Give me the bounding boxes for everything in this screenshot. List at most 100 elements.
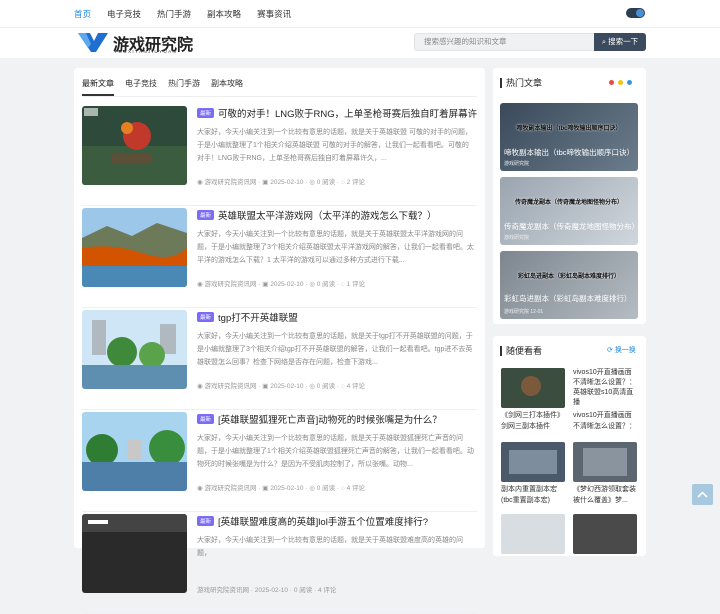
views-icon: ◎: [309, 485, 317, 492]
hot-card-overlay-text: 传奇魔龙副本（传奇魔龙地图怪物分布）: [514, 200, 623, 206]
article-meta: ◉ 游戏研究院资讯网 · ▣ 2025-02-10 · ◎ 0 阅读 · ◌ 2…: [197, 179, 366, 186]
random-article-card[interactable]: 《梦幻西游领取套装被什么覆盖》梦...: [573, 442, 637, 506]
article-thumbnail[interactable]: [82, 310, 187, 389]
dot-red-icon[interactable]: [609, 80, 614, 85]
article-list-panel: 最新文章 电子竞技 热门手游 副本攻略 最新 可敬的对手！LNG败于RNG，上单圣…: [74, 68, 485, 614]
nav-item-esports[interactable]: 电子竞技: [107, 8, 141, 20]
article-meta: ◉ 游戏研究院资讯网 · ▣ 2025-02-10 · ◎ 0 阅读 · ◌ 4…: [197, 383, 366, 390]
article-item[interactable]: 最新 可敬的对手！LNG败于RNG，上单圣枪哥赛后独自盯着屏幕许久... 大家好，…: [82, 106, 477, 206]
article-thumbnail[interactable]: [82, 514, 187, 593]
hot-card-caption: 啼牧副本输出（tbc啼牧输出顺序口诀）: [504, 148, 635, 157]
title-bar-icon: [500, 77, 502, 88]
search-input[interactable]: 搜索感兴趣的知识和文章: [414, 33, 594, 51]
article-item[interactable]: 最新 英雄联盟太平洋游戏网（太平洋的游戏怎么下载？） 大家好，今天小编关注到一个比…: [82, 208, 477, 308]
views-icon: ◎: [309, 383, 317, 390]
carousel-dots: [609, 80, 632, 85]
random-article-card[interactable]: [501, 514, 565, 554]
article-item[interactable]: 最新 tgp打不开英雄联盟 大家好，今天小编关注到一个比较有意思的话题，就是关于t…: [82, 310, 477, 410]
hot-article-card[interactable]: 彩虹岛进副本（彩虹岛副本难度排行） 彩虹岛进副本（彩虹岛副本难度排行） 游戏研究…: [500, 251, 638, 319]
top-nav-menu: 首页 电子竞技 热门手游 副本攻略 赛事资讯: [74, 0, 291, 28]
random-article-thumbnail[interactable]: [501, 514, 565, 554]
article-title[interactable]: 最新 tgp打不开英雄联盟: [197, 310, 477, 324]
random-article-thumbnail[interactable]: vivos10开直播画面不清晰怎么设置？：英雄联盟s10高清直播: [573, 368, 637, 408]
random-article-card[interactable]: 《剑网三打本插件》剑网三副本插件: [501, 368, 565, 432]
article-item[interactable]: 最新 [英雄联盟难度高的英雄]lol手游五个位置难度排行? 大家好，今天小编关注到…: [82, 514, 477, 614]
article-tag: 最新: [197, 210, 215, 220]
article-meta: ◉ 游戏研究院资讯网 · ▣ 2025-02-10 · ◎ 0 阅读 · ◌ 4…: [197, 485, 366, 492]
article-tag: 最新: [197, 414, 215, 424]
hot-card-caption: 传奇魔龙副本（传奇魔龙地图怪物分布）: [504, 222, 638, 231]
article-thumbnail[interactable]: [82, 412, 187, 491]
random-article-title[interactable]: 《剑网三打本插件》剑网三副本插件: [501, 410, 565, 432]
nav-item-home[interactable]: 首页: [74, 8, 91, 20]
article-title[interactable]: 最新 [英雄联盟狐狸死亡声音]动物死的时候张嘴是为什么？: [197, 412, 477, 426]
random-article-title[interactable]: vivos10开直播画面不清晰怎么设置？：英雄联盟s10高清直播: [573, 410, 637, 432]
article-item[interactable]: 最新 [英雄联盟狐狸死亡声音]动物死的时候张嘴是为什么？ 大家好，今天小编关注到一…: [82, 412, 477, 512]
site-logo[interactable]: 游戏研究院 YOUXIYANJIUYUAN: [76, 30, 196, 56]
random-article-thumbnail[interactable]: [573, 442, 637, 482]
random-articles-panel: 随便看看 ⟳ 换一换 《剑网三打本插件》剑网三副本插件 vivos10开直播画面…: [493, 336, 646, 556]
article-tag: 最新: [197, 108, 215, 118]
random-article-thumbnail[interactable]: [501, 442, 565, 482]
random-article-card[interactable]: vivos10开直播画面不清晰怎么设置？：英雄联盟s10高清直播 vivos10…: [573, 368, 637, 432]
hot-card-overlay-text: 啼牧副本输出（tbc啼牧输出顺序口诀）: [516, 126, 622, 132]
nav-item-mobile-games[interactable]: 热门手游: [157, 8, 191, 20]
search-button-label: 搜索一下: [608, 37, 639, 46]
search-bar: 搜索感兴趣的知识和文章 ⌕ 搜索一下: [414, 33, 646, 51]
article-thumbnail[interactable]: [82, 106, 187, 185]
tab-divider: [82, 96, 477, 97]
article-excerpt: 大家好，今天小编关注到一个比较有意思的话题，就是关于英雄联盟难度高的英雄的问题，: [197, 537, 463, 557]
dark-mode-toggle[interactable]: [626, 8, 645, 18]
dot-blue-icon[interactable]: [627, 80, 632, 85]
article-excerpt: 大家好，今天小编关注到一个比较有意思的话题，就是关于英雄联盟 可敬的对手的问题，…: [197, 129, 472, 162]
article-meta: 游戏研究院资讯网 · 2025-02-10 · 0 阅读 · 4 评论: [197, 587, 337, 594]
tab-esports[interactable]: 电子竞技: [125, 78, 157, 96]
search-button[interactable]: ⌕ 搜索一下: [594, 33, 646, 51]
logo-mark-icon: [78, 33, 108, 52]
hot-card-overlay-text: 彩虹岛进副本（彩虹岛副本难度排行）: [517, 274, 620, 280]
hot-card-caption: 彩虹岛进副本（彩虹岛副本难度排行）: [504, 294, 632, 303]
random-article-thumbnail[interactable]: [573, 514, 637, 554]
hot-card-author: 游戏研究院: [504, 161, 530, 167]
article-tag: 最新: [197, 516, 215, 526]
top-navbar: 首页 电子竞技 热门手游 副本攻略 赛事资讯: [0, 0, 720, 28]
random-article-thumbnail[interactable]: [501, 368, 565, 408]
nav-item-dungeon-guides[interactable]: 副本攻略: [207, 8, 241, 20]
title-bar-icon: [500, 345, 502, 356]
random-article-title[interactable]: 副本内重置副本宏(tbc重置副本宏): [501, 484, 565, 506]
hot-article-card[interactable]: 传奇魔龙副本（传奇魔龙地图怪物分布） 传奇魔龙副本（传奇魔龙地图怪物分布） 游戏…: [500, 177, 638, 245]
refresh-icon: ⟳: [607, 347, 615, 354]
toggle-knob-icon: [636, 9, 644, 17]
hot-articles-panel: 热门文章 啼牧副本输出（tbc啼牧输出顺序口诀） 啼牧副本输出（tbc啼牧输出顺…: [493, 68, 646, 324]
logo-subtitle: YOUXIYANJIUYUAN: [114, 49, 178, 54]
views-icon: ◎: [309, 281, 317, 288]
back-to-top-button[interactable]: [692, 484, 713, 505]
article-thumbnail[interactable]: [82, 208, 187, 287]
article-meta: ◉ 游戏研究院资讯网 · ▣ 2025-02-10 · ◎ 0 阅读 · ◌ 1…: [197, 281, 366, 288]
article-title[interactable]: 最新 [英雄联盟难度高的英雄]lol手游五个位置难度排行?: [197, 514, 477, 528]
article-tabs: 最新文章 电子竞技 热门手游 副本攻略: [82, 78, 243, 96]
article-title[interactable]: 最新 可敬的对手！LNG败于RNG，上单圣枪哥赛后独自盯着屏幕许久...: [197, 106, 477, 120]
article-tag: 最新: [197, 312, 215, 322]
refresh-button[interactable]: ⟳ 换一换: [607, 345, 636, 355]
chevron-up-icon: [697, 491, 708, 498]
hot-articles-title: 热门文章: [500, 76, 542, 89]
tab-latest[interactable]: 最新文章: [82, 78, 114, 96]
article-excerpt: 大家好，今天小编关注到一个比较有意思的话题，就是关于tgp打不开英雄联盟的问题，…: [197, 333, 473, 366]
article-excerpt: 大家好，今天小编关注到一个比较有意思的话题，就是关于英雄联盟狐狸死亡声音的问题，…: [197, 435, 474, 468]
hot-card-author: 游戏研究院: [504, 235, 530, 241]
article-excerpt: 大家好，今天小编关注到一个比较有意思的话题，就是关于英雄联盟太平洋游戏网的问题，…: [197, 231, 474, 264]
random-article-title[interactable]: 《梦幻西游领取套装被什么覆盖》梦...: [573, 484, 637, 506]
tab-dungeon-guides[interactable]: 副本攻略: [211, 78, 243, 96]
broken-image-alt-text: vivos10开直播画面不清晰怎么设置？：英雄联盟s10高清直播: [573, 369, 636, 406]
random-article-card[interactable]: [573, 514, 637, 554]
nav-item-tournament-news[interactable]: 赛事资讯: [257, 8, 291, 20]
views-icon: ◎: [309, 179, 317, 186]
hot-card-author: 游戏研究院 12-01: [504, 309, 544, 315]
dot-yellow-icon[interactable]: [618, 80, 623, 85]
tab-mobile-games[interactable]: 热门手游: [168, 78, 200, 96]
hot-article-card[interactable]: 啼牧副本输出（tbc啼牧输出顺序口诀） 啼牧副本输出（tbc啼牧输出顺序口诀） …: [500, 103, 638, 171]
random-article-card[interactable]: 副本内重置副本宏(tbc重置副本宏): [501, 442, 565, 506]
random-articles-title: 随便看看: [500, 344, 542, 357]
article-title[interactable]: 最新 英雄联盟太平洋游戏网（太平洋的游戏怎么下载？）: [197, 208, 477, 222]
